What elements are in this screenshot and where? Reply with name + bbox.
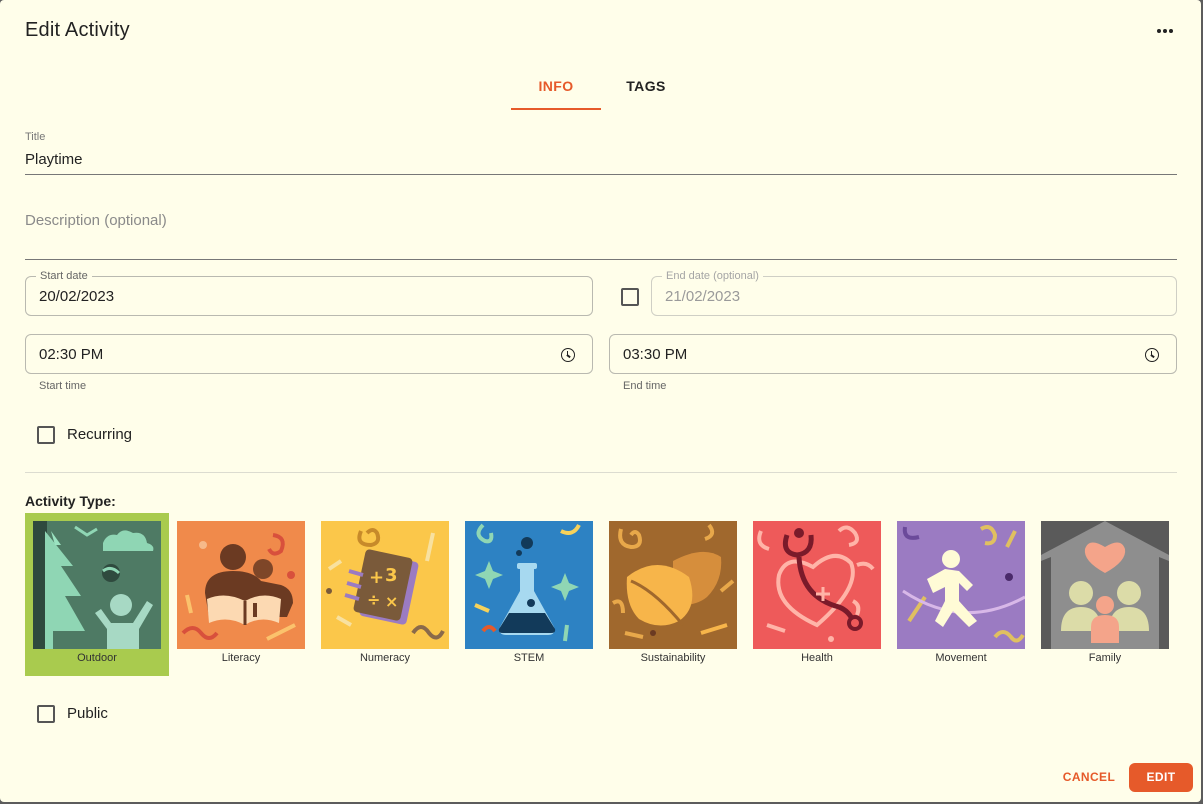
section-divider xyxy=(25,472,1177,473)
svg-text:×: × xyxy=(385,592,398,611)
end-time-helper: End time xyxy=(623,380,667,392)
activity-type-label: Sustainability xyxy=(640,652,706,664)
activity-type-label: Movement xyxy=(935,652,987,664)
activity-type-health[interactable]: Health xyxy=(745,513,889,676)
start-time-field[interactable]: 02:30 PM xyxy=(25,334,593,374)
start-date-value: 20/02/2023 xyxy=(39,288,115,305)
title-field-underline xyxy=(25,174,1177,175)
stem-icon xyxy=(465,521,593,649)
svg-text:3: 3 xyxy=(385,565,398,586)
start-time-helper: Start time xyxy=(39,380,87,392)
svg-text:+: + xyxy=(369,567,384,588)
activity-type-label: Outdoor xyxy=(77,652,117,664)
movement-icon xyxy=(897,521,1025,649)
tab-tags[interactable]: TAGS xyxy=(601,70,691,110)
end-date-field[interactable]: End date (optional) 21/02/2023 xyxy=(651,270,1177,316)
title-field-label: Title xyxy=(25,131,46,143)
cancel-button[interactable]: CANCEL xyxy=(1057,763,1121,791)
activity-type-outdoor[interactable]: Outdoor xyxy=(25,513,169,676)
public-label[interactable]: Public xyxy=(67,705,108,722)
start-date-field[interactable]: Start date 20/02/2023 xyxy=(25,270,593,316)
end-date-checkbox[interactable] xyxy=(621,288,639,306)
sustainability-icon xyxy=(609,521,737,649)
activity-type-family[interactable]: Family xyxy=(1033,513,1177,676)
tab-info[interactable]: INFO xyxy=(511,70,601,110)
end-date-label: End date (optional) xyxy=(662,270,763,282)
edit-button[interactable]: EDIT xyxy=(1129,763,1193,792)
public-checkbox[interactable] xyxy=(37,705,55,723)
outdoor-icon xyxy=(33,521,161,649)
description-field[interactable]: Description (optional) xyxy=(25,212,167,229)
activity-type-label: Numeracy xyxy=(359,652,411,664)
activity-type-numeracy[interactable]: + 3 ÷ × Numeracy xyxy=(313,513,457,676)
description-field-underline xyxy=(25,259,1177,260)
activity-type-label: Literacy xyxy=(221,652,261,664)
start-date-label: Start date xyxy=(36,270,92,282)
recurring-label[interactable]: Recurring xyxy=(67,426,132,443)
numeracy-icon: + 3 ÷ × xyxy=(321,521,449,649)
end-time-value: 03:30 PM xyxy=(623,346,688,363)
health-icon xyxy=(753,521,881,649)
activity-type-literacy[interactable]: Literacy xyxy=(169,513,313,676)
activity-type-label: STEM xyxy=(513,652,545,664)
clock-icon[interactable] xyxy=(561,348,575,362)
activity-type-heading: Activity Type: xyxy=(25,493,116,509)
activity-type-label: Family xyxy=(1088,652,1122,664)
family-icon xyxy=(1041,521,1169,649)
more-horizontal-icon[interactable] xyxy=(1152,22,1178,40)
svg-text:÷: ÷ xyxy=(367,590,380,609)
activity-type-label: Health xyxy=(801,652,833,664)
activity-type-stem[interactable]: STEM xyxy=(457,513,601,676)
literacy-icon xyxy=(177,521,305,649)
end-date-value: 21/02/2023 xyxy=(665,288,741,305)
edit-activity-dialog: Edit Activity INFO TAGS Title Playtime D… xyxy=(0,0,1201,802)
end-time-field[interactable]: 03:30 PM xyxy=(609,334,1177,374)
start-time-value: 02:30 PM xyxy=(39,346,104,363)
recurring-checkbox[interactable] xyxy=(37,426,55,444)
clock-icon[interactable] xyxy=(1145,348,1159,362)
activity-type-movement[interactable]: Movement xyxy=(889,513,1033,676)
activity-type-sustainability[interactable]: Sustainability xyxy=(601,513,745,676)
title-field[interactable]: Playtime xyxy=(25,151,83,168)
dialog-title: Edit Activity xyxy=(25,19,130,41)
